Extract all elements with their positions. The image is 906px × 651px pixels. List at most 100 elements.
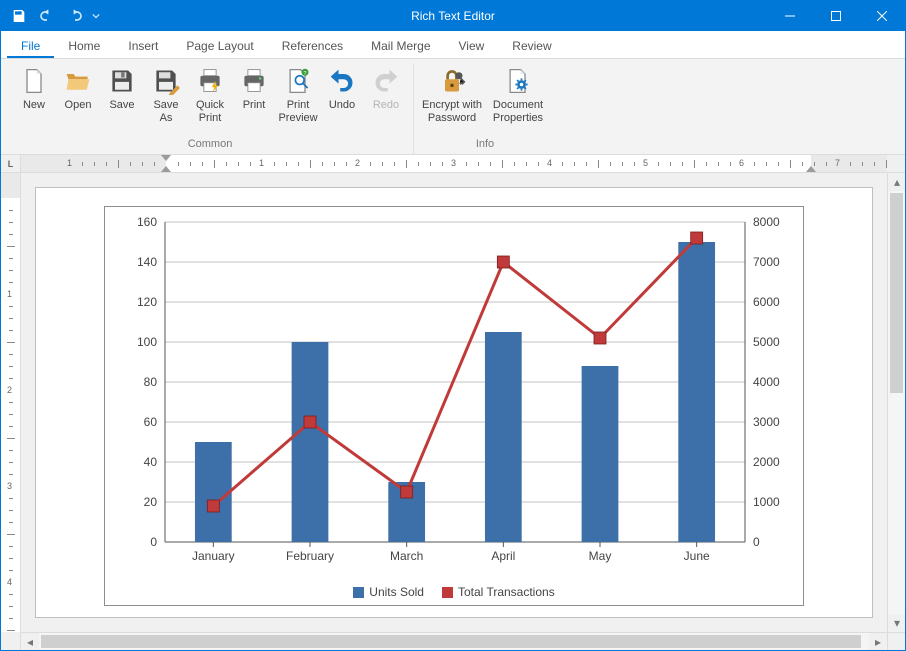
undo-label: Undo (329, 99, 355, 112)
legend-entry-line: Total Transactions (442, 585, 555, 599)
new-label: New (23, 99, 45, 112)
svg-text:100: 100 (137, 335, 157, 349)
redo-icon (67, 8, 83, 24)
ribbon-group-common: New Open Save Save AsQuick PrintPrint?Print… (7, 63, 414, 154)
ribbon-panel: New Open Save Save AsQuick PrintPrint?Print… (1, 59, 905, 155)
minimize-icon (785, 11, 795, 21)
svg-text:2000: 2000 (753, 455, 780, 469)
undo-arrow-icon (326, 65, 358, 97)
close-button[interactable] (859, 1, 905, 31)
scroll-up-arrow[interactable]: ▴ (888, 173, 906, 191)
vertical-ruler[interactable]: 1234 (1, 173, 21, 632)
qat-save-button[interactable] (7, 4, 31, 28)
legend-entry-bar: Units Sold (353, 585, 424, 599)
horizontal-ruler[interactable]: 112345678 (21, 155, 887, 173)
svg-text:May: May (589, 549, 612, 563)
encrypt-label: Encrypt with Password (422, 99, 482, 124)
scroll-wedge (887, 632, 905, 650)
tab-review[interactable]: Review (498, 33, 565, 58)
chevron-down-icon (92, 12, 100, 20)
close-icon (877, 11, 887, 21)
redo-button: Redo (365, 63, 407, 114)
vertical-scrollbar[interactable]: ▴ ▾ (887, 173, 905, 632)
tab-insert[interactable]: Insert (114, 33, 172, 58)
printer-icon (238, 65, 270, 97)
open-label: Open (65, 99, 92, 112)
quick-print-button[interactable]: Quick Print (189, 63, 231, 126)
quick-access-toolbar (1, 4, 101, 28)
lock-key-icon (436, 65, 468, 97)
scroll-left-arrow[interactable]: ◂ (21, 633, 39, 651)
tab-page-layout[interactable]: Page Layout (172, 33, 267, 58)
open-button[interactable]: Open (57, 63, 99, 114)
tab-home[interactable]: Home (54, 33, 114, 58)
hscroll-track[interactable] (39, 633, 869, 650)
save-icon (11, 8, 27, 24)
chart-object[interactable]: 0204060801001201401600100020003000400050… (104, 206, 804, 606)
vscroll-thumb[interactable] (890, 193, 903, 393)
svg-text:0: 0 (150, 535, 157, 549)
maximize-button[interactable] (813, 1, 859, 31)
svg-text:3000: 3000 (753, 415, 780, 429)
svg-text:7000: 7000 (753, 255, 780, 269)
svg-text:0: 0 (753, 535, 760, 549)
hscroll-thumb[interactable] (41, 635, 861, 648)
ruler-corner: L (1, 155, 21, 173)
minimize-button[interactable] (767, 1, 813, 31)
legend-swatch-bar (353, 587, 364, 598)
tab-mail-merge[interactable]: Mail Merge (357, 33, 444, 58)
print-preview-button[interactable]: ?Print Preview (277, 63, 319, 126)
tab-file[interactable]: File (7, 33, 54, 58)
horizontal-scrollbar[interactable]: ◂ ▸ (21, 632, 887, 650)
doc-properties-label: Document Properties (488, 99, 548, 124)
undo-icon (39, 8, 55, 24)
vscroll-track[interactable] (888, 191, 905, 614)
chart-legend: Units Sold Total Transactions (105, 585, 803, 599)
qat-dropdown[interactable] (91, 4, 101, 28)
svg-text:120: 120 (137, 295, 157, 309)
redo-arrow-icon (370, 65, 402, 97)
tab-references[interactable]: References (268, 33, 357, 58)
hscroll-corner (1, 632, 21, 650)
scroll-down-arrow[interactable]: ▾ (888, 614, 906, 632)
tab-view[interactable]: View (445, 33, 499, 58)
svg-text:6000: 6000 (753, 295, 780, 309)
svg-text:80: 80 (144, 375, 158, 389)
new-button[interactable]: New (13, 63, 55, 114)
ruler-row: L 112345678 (1, 155, 905, 173)
folder-open-icon (62, 65, 94, 97)
svg-text:60: 60 (144, 415, 158, 429)
save-as-label: Save As (147, 99, 185, 124)
svg-text:January: January (192, 549, 235, 563)
qat-undo-button[interactable] (35, 4, 59, 28)
print-button[interactable]: Print (233, 63, 275, 114)
window-controls (767, 1, 905, 31)
svg-text:?: ? (304, 71, 307, 77)
svg-text:4000: 4000 (753, 375, 780, 389)
svg-text:8000: 8000 (753, 215, 780, 229)
document-area: L 112345678 1234 02040608010012014016001… (1, 155, 905, 650)
save-label: Save (109, 99, 134, 112)
svg-text:April: April (491, 549, 515, 563)
combo-chart: 0204060801001201401600100020003000400050… (105, 207, 805, 607)
undo-button[interactable]: Undo (321, 63, 363, 114)
app-window: Rich Text Editor FileHomeInsertPage Layo… (0, 0, 906, 651)
svg-text:March: March (390, 549, 423, 563)
ribbon-tabs: FileHomeInsertPage LayoutReferencesMail … (1, 31, 905, 59)
svg-text:160: 160 (137, 215, 157, 229)
legend-label-bar: Units Sold (369, 585, 424, 599)
page-gear-icon (502, 65, 534, 97)
encrypt-button[interactable]: Encrypt with Password (420, 63, 484, 126)
ribbon-group-label: Common (13, 136, 407, 154)
titlebar: Rich Text Editor (1, 1, 905, 31)
redo-label: Redo (373, 99, 399, 112)
save-button[interactable]: Save (101, 63, 143, 114)
legend-swatch-line (442, 587, 453, 598)
qat-redo-button[interactable] (63, 4, 87, 28)
scroll-right-arrow[interactable]: ▸ (869, 633, 887, 651)
page-viewport[interactable]: 0204060801001201401600100020003000400050… (21, 173, 887, 632)
svg-text:140: 140 (137, 255, 157, 269)
doc-properties-button[interactable]: Document Properties (486, 63, 550, 126)
save-as-button[interactable]: Save As (145, 63, 187, 126)
svg-text:20: 20 (144, 495, 158, 509)
